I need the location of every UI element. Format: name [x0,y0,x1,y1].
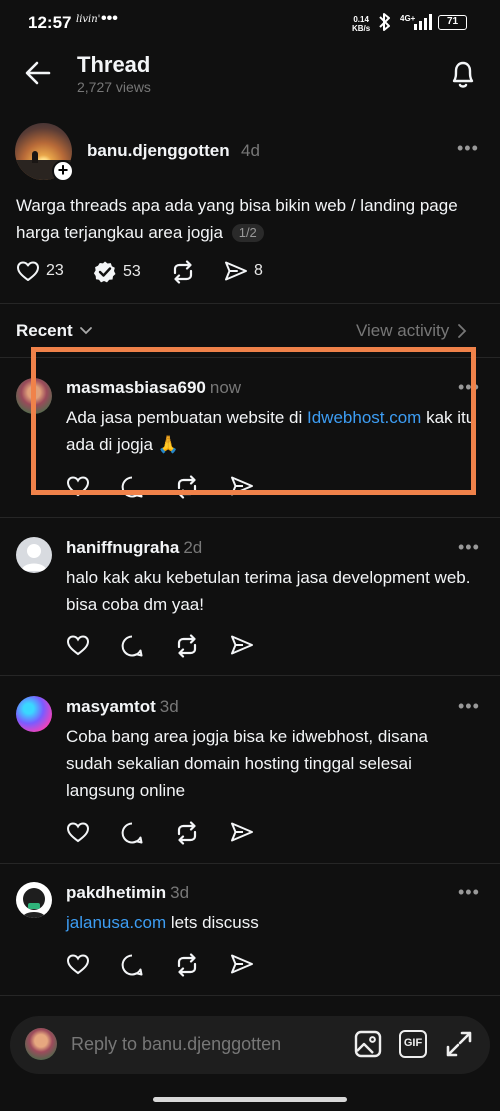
post-pagination: 1/2 [231,224,264,242]
author-username[interactable]: banu.djenggotten [87,141,230,161]
divider [0,675,500,676]
post-timestamp: 4d [241,141,260,160]
view-count: 2,727 views [77,79,151,95]
repost-button[interactable] [170,260,196,284]
default-avatar-icon [21,544,47,571]
reply-avatar[interactable] [16,696,52,732]
divider [0,995,500,996]
reply-input[interactable] [71,1034,331,1055]
reply-text: halo kak aku kebetulan terima jasa devel… [66,568,471,614]
view-activity-link[interactable]: View activity [356,321,467,341]
reply-username[interactable]: haniffnugraha [66,538,179,557]
reply-header: masyamtot 3d [66,697,179,717]
post-text: Warga threads apa ada yang bisa bikin we… [16,192,486,246]
avatar-illustration [22,888,46,918]
divider [0,517,500,518]
reply-header: pakdhetimin 3d [66,883,189,903]
network-speed-value: 0.14 [353,15,369,24]
reply-timestamp: 3d [170,883,190,902]
repost-icon [173,260,193,284]
repost-icon[interactable] [174,634,200,658]
reply-bubble-icon[interactable] [120,634,144,658]
reply-avatar[interactable] [16,537,52,573]
replies-button[interactable]: 53 [93,260,141,284]
sort-dropdown[interactable]: Recent [16,321,93,341]
heart-icon[interactable] [66,634,90,656]
home-indicator[interactable] [153,1097,347,1102]
chevron-down-icon [79,327,92,335]
image-icon [354,1030,382,1058]
reply-actions [66,953,254,977]
reply-username[interactable]: pakdhetimin [66,883,166,902]
reply-text: Coba bang area jogja bisa ke idwebhost, … [66,727,428,800]
heart-icon[interactable] [66,821,90,843]
status-bar: 12:57 livin' ••• 0.14 KB/s 4G+ 71 [0,0,500,46]
heart-icon[interactable] [66,953,90,975]
reply-text-after: lets discuss [166,913,259,932]
bell-icon [452,61,474,88]
reply-username[interactable]: masyamtot [66,697,156,716]
status-notification-dots: ••• [101,10,118,27]
more-icon[interactable]: ••• [457,138,479,159]
reply-timestamp: 2d [183,538,203,557]
highlight-annotation-box [31,347,476,495]
network-speed: 0.14 KB/s [352,15,370,33]
reply-actions [66,821,254,845]
more-icon[interactable]: ••• [458,537,480,558]
share-icon[interactable] [230,634,254,656]
status-brand: livin' [76,14,101,25]
expand-composer-button[interactable] [445,1030,473,1058]
reply-actions [66,634,254,658]
back-arrow-icon [25,61,51,85]
reply-timestamp: 3d [159,697,179,716]
share-icon[interactable] [230,821,254,843]
chevron-right-icon [458,324,467,338]
like-count: 23 [46,262,64,279]
share-icon[interactable] [230,953,254,975]
more-icon[interactable]: ••• [458,696,480,717]
battery-indicator: 71 [438,15,467,30]
avatar-figure [32,151,38,163]
reply-link[interactable]: jalanusa.com [66,913,166,932]
more-icon[interactable]: ••• [458,882,480,903]
reply-header: haniffnugraha 2d [66,538,202,558]
repost-icon[interactable] [174,953,200,977]
bluetooth-icon [379,13,390,31]
reply-bubble-icon[interactable] [120,821,144,845]
signal-icon [414,14,432,30]
reply-bubble-icon[interactable] [120,953,144,977]
notifications-button[interactable] [448,58,478,90]
reply-text: jalanusa.com lets discuss [66,909,476,936]
divider [0,303,500,304]
like-button[interactable]: 23 [16,260,64,282]
sort-label: Recent [16,321,73,340]
reply-count: 53 [123,263,141,280]
page-title: Thread [77,52,151,77]
follow-plus-icon[interactable]: + [52,160,74,182]
share-button[interactable]: 8 [224,260,263,282]
attach-image-button[interactable] [354,1030,382,1058]
gif-button[interactable]: GIF [399,1030,427,1058]
share-icon [225,261,247,281]
repost-icon[interactable] [174,821,200,845]
expand-icon [446,1031,472,1057]
divider [0,863,500,864]
status-time: 12:57 [28,13,72,32]
network-speed-unit: KB/s [352,24,371,33]
back-button[interactable] [24,60,52,86]
verified-reply-icon [93,261,116,283]
view-activity-label: View activity [356,321,450,340]
reply-avatar[interactable] [16,882,52,918]
current-user-avatar [25,1028,57,1060]
share-count: 8 [254,262,263,279]
heart-icon [17,261,39,281]
